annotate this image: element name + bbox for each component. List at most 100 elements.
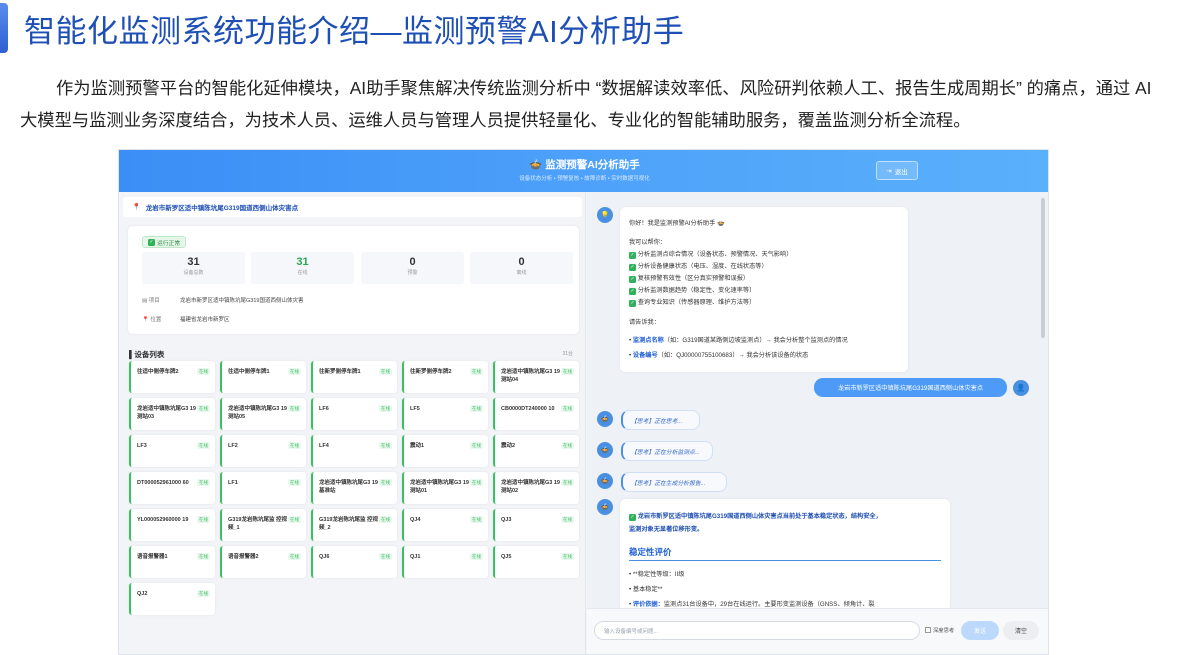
device-status-badge: 在线 — [288, 479, 301, 486]
device-list-header: ▌设备列表 31台 — [129, 350, 573, 359]
ability-item: ✓ 分析监测点综合情况（设备状态、预警情况、天气影响） — [629, 251, 793, 259]
checkbox-icon[interactable] — [925, 627, 931, 633]
device-card[interactable]: G319龙岩陈坑尾监 控视频_1 在线 — [220, 509, 306, 541]
device-status-badge: 在线 — [561, 368, 574, 375]
device-name: QJ1 — [410, 554, 421, 560]
device-status-badge: 在线 — [197, 553, 210, 560]
slide-paragraph: 作为监测预警平台的智能化延伸模块，AI助手聚焦解决传统监测分析中 “数据解读效率… — [20, 78, 1152, 130]
device-name: 语音报警器2 — [228, 554, 259, 560]
device-status-badge: 在线 — [470, 553, 483, 560]
eval-item: • **稳定性等级：II级 — [629, 571, 685, 578]
device-name: LF5 — [410, 406, 420, 412]
stat-value: 31 — [296, 256, 309, 268]
bot-avatar: 💡 — [597, 207, 613, 223]
device-card[interactable]: 龙岩适中镇陈坑尾G3 19测站01 在线 — [402, 472, 488, 504]
app-header: 🍲 监测预警AI分析助手 设备状态分析 • 预警复核 • 故障诊断 • 实时数据… — [119, 150, 1048, 192]
exit-icon: ⇥ — [886, 167, 892, 175]
device-card[interactable]: 往新罗侧停车牌1 在线 — [311, 361, 397, 393]
device-name: 龙岩适中镇陈坑尾G3 19测站02 — [501, 480, 560, 494]
chat-scrollbar[interactable] — [1041, 198, 1045, 338]
device-card[interactable]: QJ1 在线 — [402, 546, 488, 578]
device-status-badge: 在线 — [561, 479, 574, 486]
panel-divider — [585, 192, 586, 654]
device-name: 往适中侧停车牌2 — [137, 369, 179, 375]
device-card[interactable]: 龙岩适中镇陈坑尾G3 19测站05 在线 — [220, 398, 306, 430]
eval-item: • 基本稳定** — [629, 586, 663, 593]
device-status-badge: 在线 — [288, 553, 301, 560]
status-text: 运行正常 — [157, 240, 181, 247]
device-name: QJ4 — [410, 517, 421, 523]
stat-label: 预警 — [407, 270, 418, 276]
device-card[interactable]: 语音报警器2 在线 — [220, 546, 306, 578]
device-card[interactable]: 往适中侧停车牌1 在线 — [220, 361, 306, 393]
device-card[interactable]: 震动2 在线 — [493, 435, 579, 467]
device-card[interactable]: QJ6 在线 — [311, 546, 397, 578]
device-card[interactable]: QJ4 在线 — [402, 509, 488, 541]
device-card[interactable]: YL000052960000 19 在线 — [129, 509, 215, 541]
device-status-badge: 在线 — [197, 442, 210, 449]
device-card[interactable]: LF3 在线 — [129, 435, 215, 467]
device-name: LF4 — [319, 443, 329, 449]
device-status-badge: 在线 — [197, 516, 210, 523]
device-name: 往新罗侧停车牌1 — [319, 369, 361, 375]
slide-title: 智能化监测系统功能介绍—监测预警AI分析助手 — [24, 14, 685, 49]
check-icon: ✓ — [148, 238, 155, 246]
device-status-badge: 在线 — [561, 405, 574, 412]
stat-label: 设备总数 — [183, 270, 204, 276]
device-card[interactable]: 语音报警器1 在线 — [129, 546, 215, 578]
device-card[interactable]: 龙岩适中镇陈坑尾G3 19测站02 在线 — [493, 472, 579, 504]
chat-panel: 💡 你好！我是监测预警AI分析助手 🍲 我可以帮你： ✓ 分析监测点综合情况（设… — [587, 192, 1048, 654]
device-card[interactable]: 龙岩适中镇陈坑尾G3 19测站04 在线 — [493, 361, 579, 393]
ability-item: ✓ 查询专业知识（传感器原理、维护方法等） — [629, 299, 756, 307]
eval-divider — [629, 560, 941, 561]
device-status-badge: 在线 — [288, 368, 301, 375]
device-name: 龙岩适中镇陈坑尾G3 19测站01 — [410, 480, 469, 494]
device-status-badge: 在线 — [470, 442, 483, 449]
exit-label: 退出 — [894, 168, 908, 176]
device-card[interactable]: 龙岩适中镇陈坑尾G3 19基准站 在线 — [311, 472, 397, 504]
bot-avatar: 🍲 — [597, 442, 613, 458]
send-button[interactable]: 发送 — [961, 621, 999, 640]
device-status-badge: 在线 — [379, 368, 392, 375]
can-help-text: 我可以帮你： — [629, 239, 667, 246]
thinking-bubble: 【思考】正在分析监测点... — [621, 441, 713, 461]
device-name: 震动2 — [501, 443, 516, 449]
device-name: LF2 — [228, 443, 238, 449]
clear-button[interactable]: 清空 — [1003, 621, 1039, 640]
deep-think-toggle[interactable]: 深度思考 — [925, 626, 954, 634]
device-card[interactable]: 往新罗侧停车牌2 在线 — [402, 361, 488, 393]
device-card[interactable]: QJ2 在线 — [129, 583, 215, 615]
device-status-badge: 在线 — [470, 368, 483, 375]
hint-item: • 设备编号（如：QJ00000755100683）→ 我会分析该设备的状态 — [629, 352, 809, 359]
device-status-badge: 在线 — [197, 368, 210, 375]
pin-icon: 📍 — [132, 204, 141, 211]
device-name: G319龙岩陈坑尾监 控视频_1 — [228, 517, 287, 531]
device-card[interactable]: CB0000DT240000 10 在线 — [493, 398, 579, 430]
device-name: 龙岩适中镇陈坑尾G3 19测站03 — [137, 406, 196, 420]
chat-input[interactable]: 输入设备编号或问题... — [594, 621, 920, 640]
device-name: LF3 — [137, 443, 147, 449]
user-message: 龙岩市新罗区适中镇陈坑尾G319国道西侧山体灾害点 — [814, 378, 1007, 397]
device-card[interactable]: LF6 在线 — [311, 398, 397, 430]
device-card[interactable]: QJ3 在线 — [493, 509, 579, 541]
device-card[interactable]: 震动1 在线 — [402, 435, 488, 467]
title-accent-bar — [0, 3, 8, 53]
exit-button[interactable]: ⇥ 退出 — [876, 161, 918, 180]
device-card[interactable]: 往适中侧停车牌2 在线 — [129, 361, 215, 393]
device-name: 震动1 — [410, 443, 425, 449]
device-card[interactable]: LF1 在线 — [220, 472, 306, 504]
device-card[interactable]: DT000052961000 60 在线 — [129, 472, 215, 504]
device-card[interactable]: QJ5 在线 — [493, 546, 579, 578]
device-status-badge: 在线 — [561, 516, 574, 523]
device-name: QJ3 — [501, 517, 512, 523]
location-name: 龙岩市新罗区适中镇陈坑尾G319国道西侧山体灾害点 — [145, 205, 299, 212]
slide-header: 智能化监测系统功能介绍—监测预警AI分析助手 — [0, 0, 1183, 56]
device-status-badge: 在线 — [470, 405, 483, 412]
device-card[interactable]: 龙岩适中镇陈坑尾G3 19测站03 在线 — [129, 398, 215, 430]
device-card[interactable]: LF2 在线 — [220, 435, 306, 467]
device-card[interactable]: G319龙岩陈坑尾监 控视频_2 在线 — [311, 509, 397, 541]
device-card[interactable]: LF5 在线 — [402, 398, 488, 430]
device-status-badge: 在线 — [561, 442, 574, 449]
device-card[interactable]: LF4 在线 — [311, 435, 397, 467]
device-status-badge: 在线 — [470, 479, 483, 486]
